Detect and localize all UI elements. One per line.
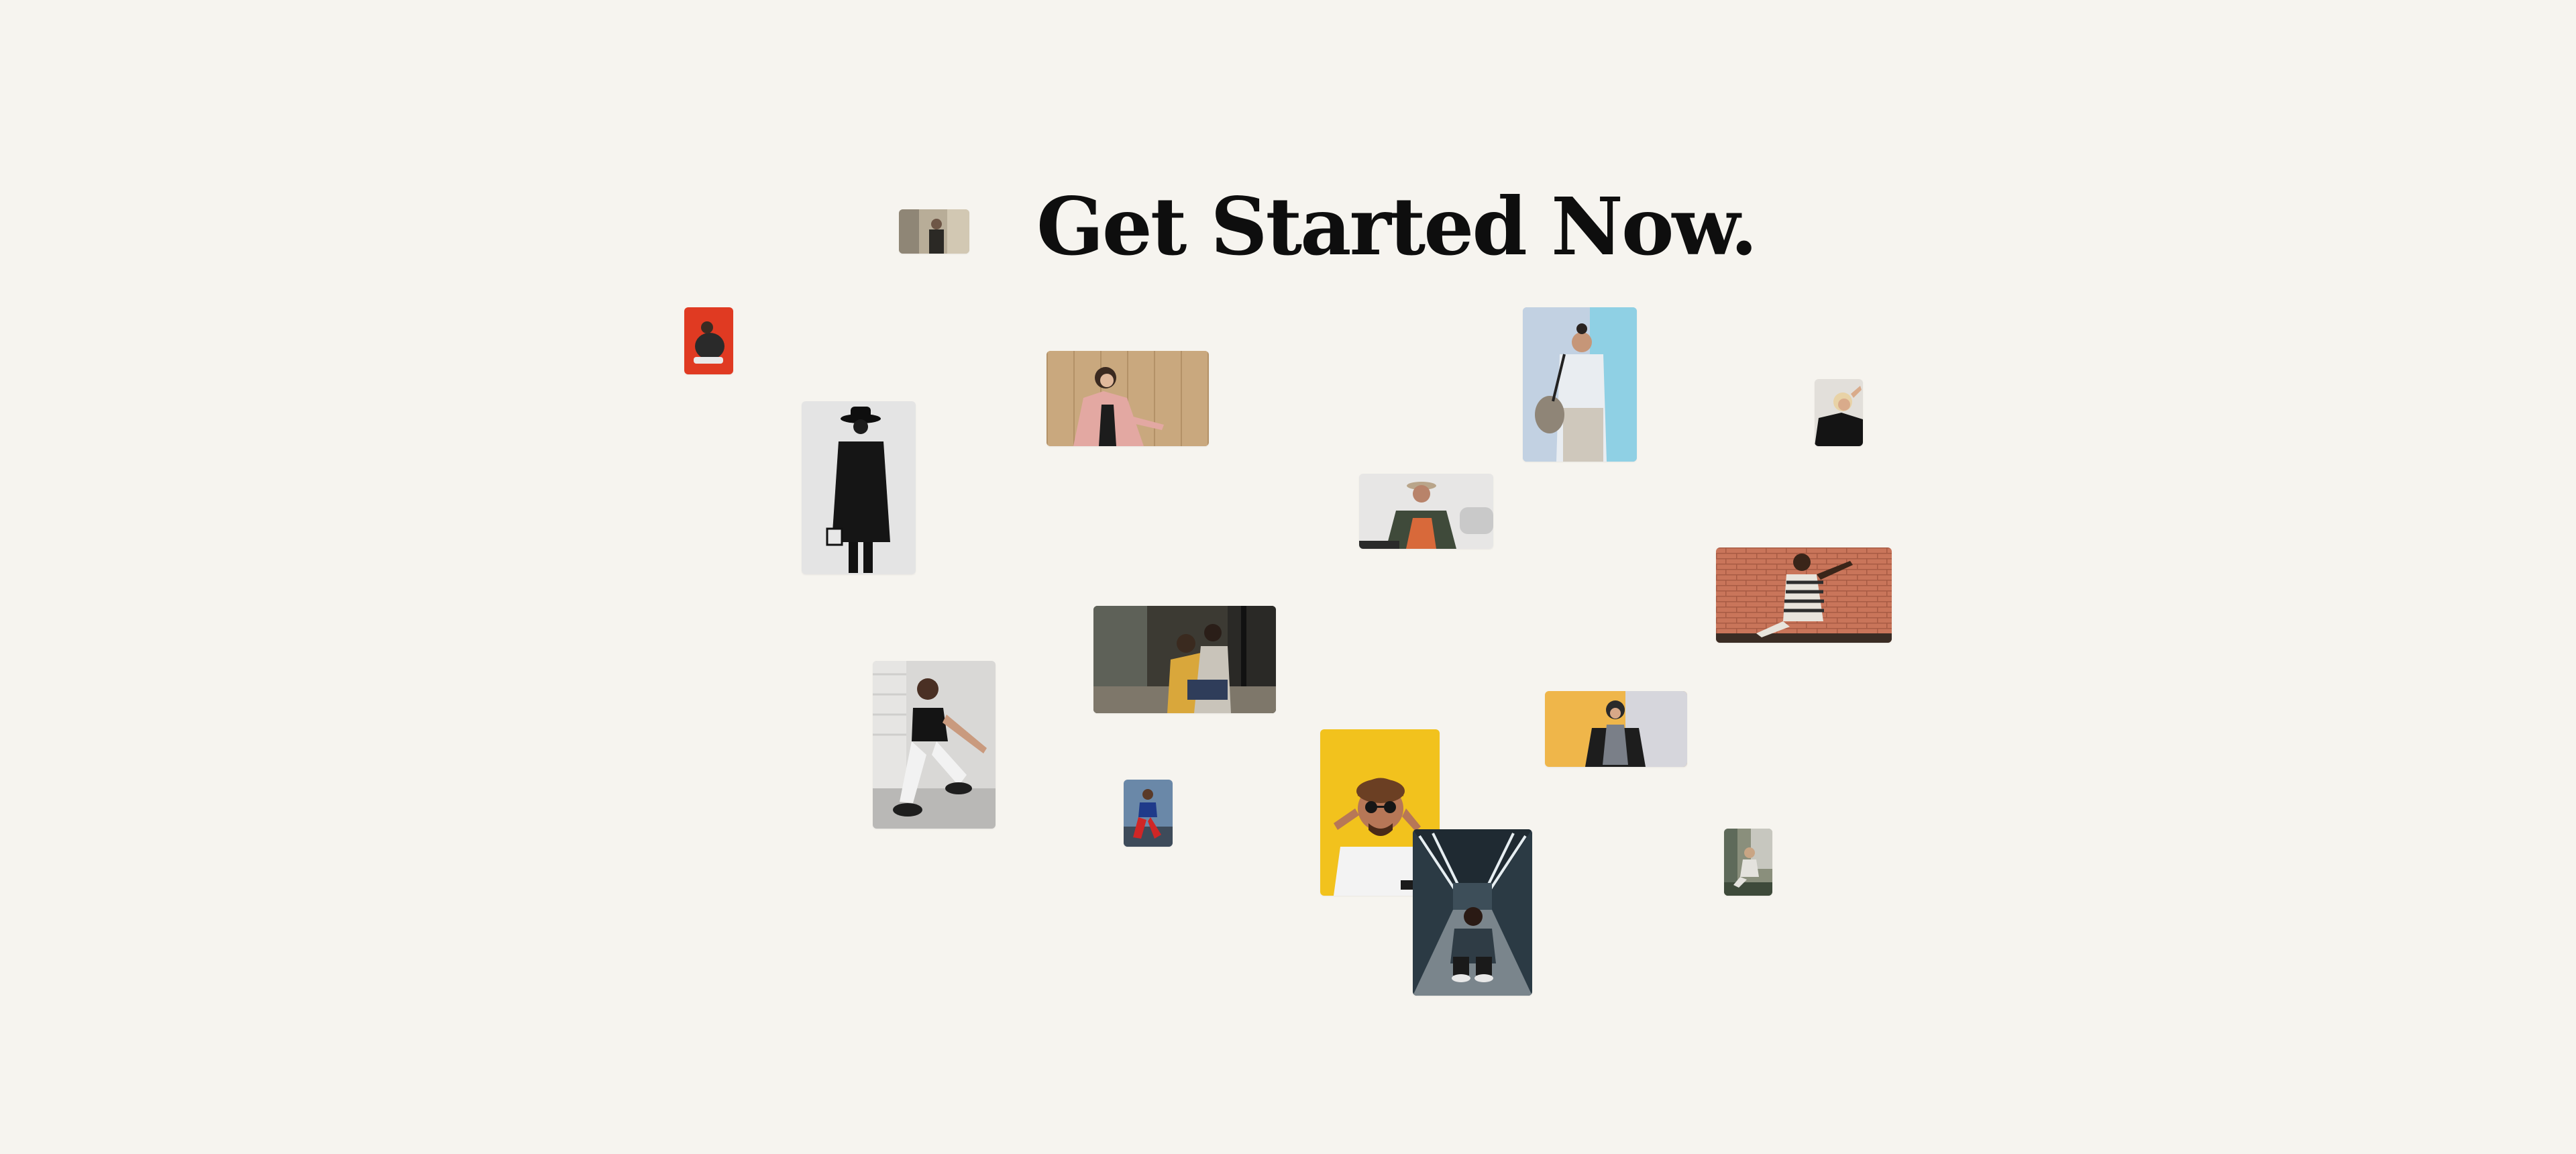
photo-man-black-hat-coat[interactable] bbox=[802, 401, 916, 574]
photo-person-hat-sitting[interactable] bbox=[1359, 474, 1493, 549]
photo-woman-blonde-dark[interactable] bbox=[1815, 379, 1863, 446]
photo-man-brick-wall[interactable] bbox=[1716, 547, 1892, 643]
photo-man-subway-crouching[interactable] bbox=[1413, 829, 1532, 996]
photo-woman-sitting-small[interactable] bbox=[1724, 829, 1772, 896]
photo-woman-pink-coat[interactable] bbox=[1046, 351, 1209, 446]
photo-man-street-wide[interactable] bbox=[899, 209, 969, 254]
landing-page: Get Started Now. bbox=[0, 0, 2576, 1154]
photo-woman-yellow-wall-headscarf[interactable] bbox=[1545, 691, 1687, 767]
photo-person-red-pants-small[interactable] bbox=[1124, 780, 1173, 847]
photo-man-blue-wall[interactable] bbox=[1523, 307, 1637, 462]
photo-woman-crouching-sneakers[interactable] bbox=[873, 661, 996, 829]
page-title: Get Started Now. bbox=[1036, 180, 1758, 273]
photo-couple-street[interactable] bbox=[1093, 606, 1276, 713]
photo-crouching-red-background[interactable] bbox=[684, 307, 733, 374]
